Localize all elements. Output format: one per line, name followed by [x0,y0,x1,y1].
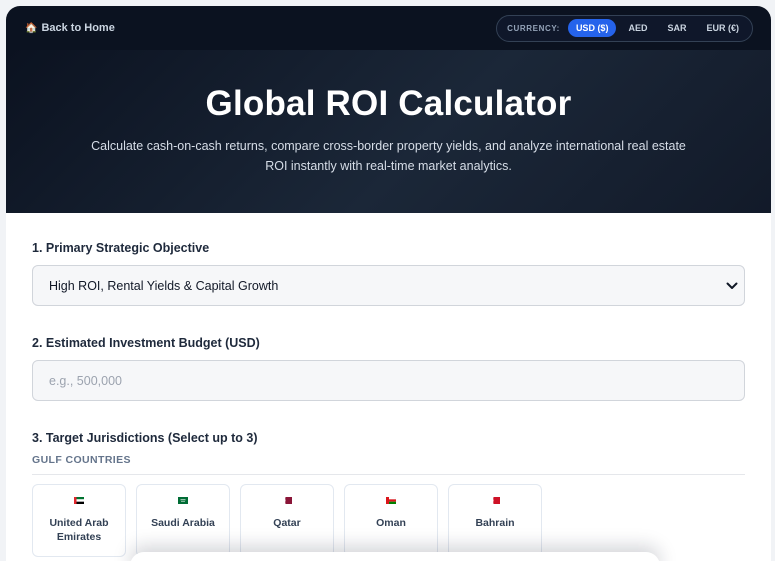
currency-option-aed[interactable]: AED [620,19,655,37]
page-title: Global ROI Calculator [205,84,572,123]
country-name: Bahrain [475,517,515,529]
country-name: United Arab Emirates [49,517,109,543]
objective-select[interactable]: High ROI, Rental Yields & Capital Growth [32,265,745,306]
country-card-oman[interactable]: Oman [344,484,438,557]
saudi-flag-icon [178,497,188,504]
back-to-home-label: Back to Home [41,22,115,34]
roi-form: 1. Primary Strategic Objective High ROI,… [6,213,771,557]
hero-section: Global ROI Calculator Calculate cash-on-… [6,50,771,213]
country-card-qatar[interactable]: Qatar [240,484,334,557]
page-subtitle: Calculate cash-on-cash returns, compare … [91,139,686,173]
back-to-home-link[interactable]: 🏠 Back to Home [25,22,115,34]
currency-option-sar[interactable]: SAR [659,19,694,37]
oman-flag-icon [386,497,396,504]
currency-switcher: CURRENCY: USD ($) AED SAR EUR (€) [496,14,753,42]
country-card-uae[interactable]: United Arab Emirates [32,484,126,557]
objective-label: 1. Primary Strategic Objective [32,241,210,255]
gulf-countries-group-label: GULF COUNTRIES [32,454,745,475]
country-card-bahrain[interactable]: Bahrain [448,484,542,557]
country-card-saudi-arabia[interactable]: Saudi Arabia [136,484,230,557]
jurisdictions-label: 3. Target Jurisdictions (Select up to 3) [32,431,258,445]
bahrain-flag-icon [490,497,500,504]
currency-option-usd[interactable]: USD ($) [567,19,617,37]
qatar-flag-icon [282,497,292,504]
floating-panel-edge [130,552,660,561]
country-name: Qatar [273,517,301,529]
country-name: Saudi Arabia [151,517,215,529]
budget-placeholder: e.g., 500,000 [49,373,122,388]
app-window: 🏠 Back to Home CURRENCY: USD ($) AED SAR… [6,6,771,561]
top-navigation-bar: 🏠 Back to Home CURRENCY: USD ($) AED SAR… [6,6,771,50]
house-icon: 🏠 [25,22,38,34]
currency-option-eur[interactable]: EUR (€) [698,19,747,37]
country-name: Oman [376,517,406,529]
currency-label: CURRENCY: [507,23,560,33]
country-card-list: United Arab Emirates Saudi Arabia Qatar [32,484,745,557]
uae-flag-icon [74,497,84,504]
budget-input[interactable]: e.g., 500,000 [32,360,745,401]
objective-selected-value: High ROI, Rental Yields & Capital Growth [49,278,279,293]
chevron-down-icon [726,282,738,289]
budget-label: 2. Estimated Investment Budget (USD) [32,336,260,350]
